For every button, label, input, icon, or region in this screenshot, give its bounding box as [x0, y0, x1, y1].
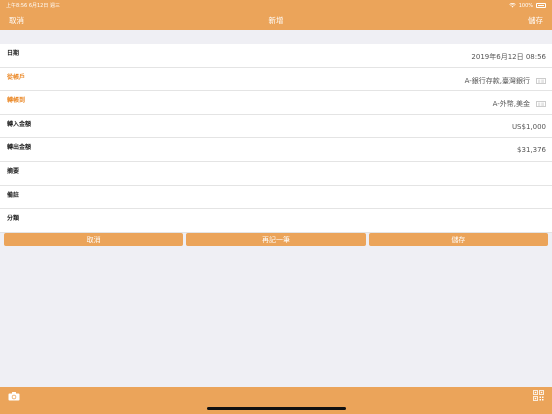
form-row-from-account[interactable]: 從帳戶 A-銀行存款,臺灣銀行 |||||: [0, 68, 552, 92]
battery-icon: [536, 3, 546, 8]
form-row-amount-out[interactable]: 轉出金額 $31,376: [0, 138, 552, 162]
date-value[interactable]: 2019年6月12日 08:56: [471, 52, 546, 62]
category-label: 分類: [7, 215, 20, 223]
amount-in-label: 轉入金額: [7, 120, 32, 128]
from-account-label: 從帳戶: [7, 73, 26, 81]
battery-percent: 100%: [518, 2, 533, 9]
qr-code-icon[interactable]: [533, 390, 544, 401]
status-bar: 上午8:56 6月12日 週三 100%: [0, 0, 552, 11]
transfer-form: 日期 2019年6月12日 08:56 從帳戶 A-銀行存款,臺灣銀行 ||||…: [0, 44, 552, 233]
amount-out-label: 轉出金額: [7, 144, 32, 152]
cancel-button[interactable]: 取消: [4, 233, 184, 246]
camera-icon[interactable]: [8, 391, 20, 401]
form-row-date[interactable]: 日期 2019年6月12日 08:56: [0, 44, 552, 68]
date-label: 日期: [7, 50, 20, 57]
bottom-toolbar: [0, 387, 552, 414]
home-indicator: [207, 407, 346, 410]
section-spacer: [0, 30, 552, 44]
note-label: 備註: [7, 191, 20, 199]
barcode-icon[interactable]: |||||: [536, 101, 546, 108]
page-title: 新增: [268, 16, 284, 25]
save-button[interactable]: 儲存: [368, 233, 548, 246]
amount-out-value[interactable]: $31,376: [517, 146, 546, 154]
to-account-value[interactable]: A-外幣,美金: [493, 99, 530, 109]
action-buttons: 取消 再記一筆 儲存: [0, 233, 552, 246]
wifi-icon: [508, 3, 516, 8]
summary-label: 摘要: [7, 167, 20, 175]
form-row-category[interactable]: 分類: [0, 209, 552, 233]
status-time-date: 上午8:56 6月12日 週三: [6, 3, 60, 9]
from-account-value[interactable]: A-銀行存款,臺灣銀行: [465, 76, 530, 86]
form-row-summary[interactable]: 摘要: [0, 162, 552, 186]
form-row-amount-in[interactable]: 轉入金額 US$1,000: [0, 115, 552, 139]
nav-save-button[interactable]: 儲存: [528, 15, 543, 26]
nav-bar: 取消 新增 儲存: [0, 11, 552, 30]
record-another-button[interactable]: 再記一筆: [186, 233, 366, 246]
to-account-label: 轉帳到: [7, 97, 26, 105]
status-right: 100%: [508, 2, 546, 9]
amount-in-value[interactable]: US$1,000: [512, 123, 546, 131]
form-row-note[interactable]: 備註: [0, 186, 552, 210]
form-row-to-account[interactable]: 轉帳到 A-外幣,美金 |||||: [0, 91, 552, 115]
barcode-icon[interactable]: |||||: [536, 77, 546, 84]
